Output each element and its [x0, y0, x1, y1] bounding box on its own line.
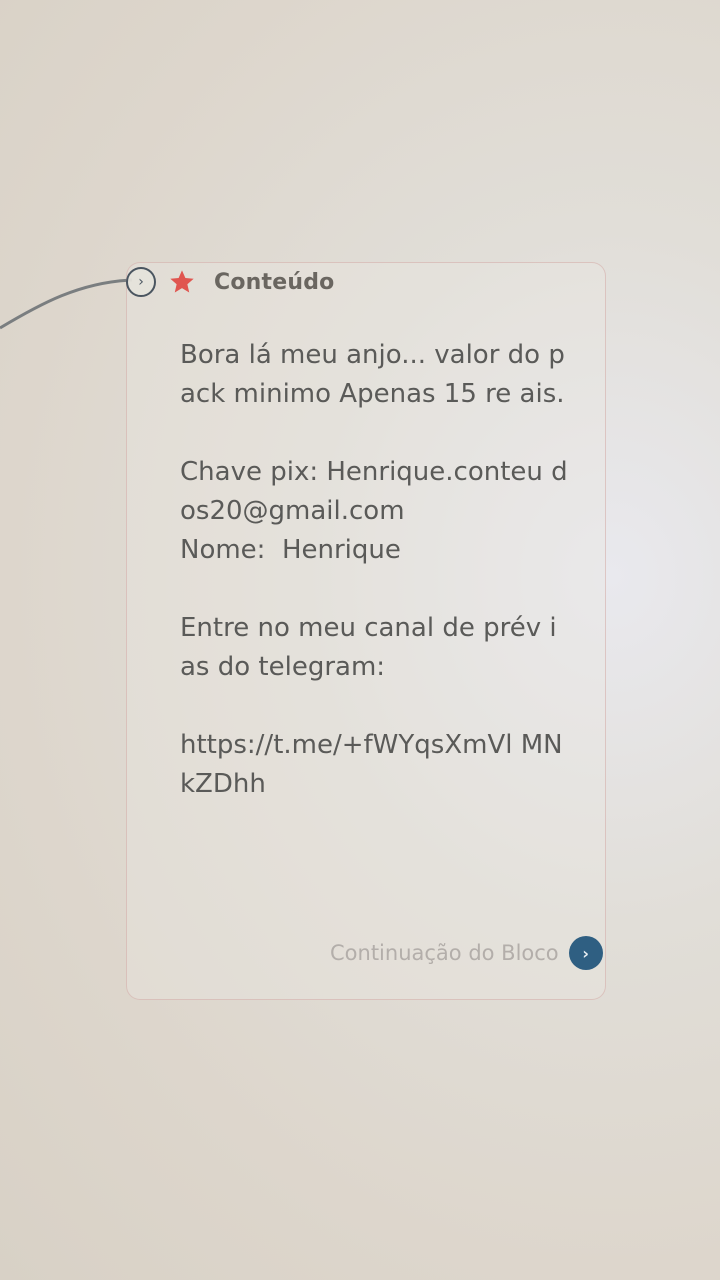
chevron-right-icon[interactable]: ›	[568, 936, 603, 970]
block-continuation[interactable]: Continuação do Bloco ›	[330, 936, 603, 970]
message-text: Bora lá meu anjo... valor do pack minimo…	[180, 340, 568, 799]
block-title: Conteúdo	[214, 269, 335, 295]
block-header: › Conteúdo	[126, 264, 334, 300]
star-icon	[170, 270, 194, 293]
continue-label: Continuação do Bloco	[330, 941, 559, 965]
collapse-chevron-icon[interactable]: ›	[126, 267, 156, 297]
